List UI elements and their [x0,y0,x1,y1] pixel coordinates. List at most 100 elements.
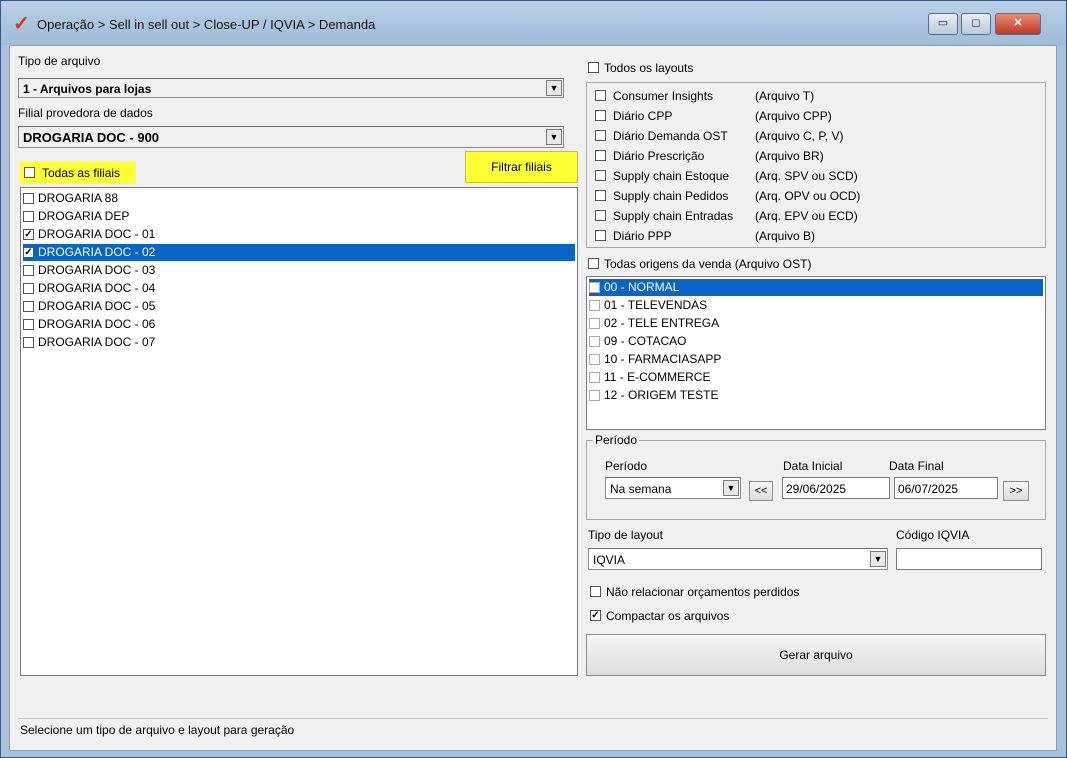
filial-list-item[interactable]: ✓ DROGARIA DOC - 01 [23,226,575,243]
filial-list-item[interactable]: DROGARIA DOC - 06 [23,316,575,333]
periodo-select[interactable]: Na semana ▼ [605,477,741,499]
layout-file: (Arquivo CPP) [755,109,832,123]
checkbox-icon[interactable]: ✓ [23,247,34,259]
data-final-input[interactable]: 06/07/2025 [894,477,998,499]
origem-list-item[interactable]: 02 - TELE ENTREGA [589,315,1043,332]
filial-value: DROGARIA DOC - 900 [23,130,160,145]
origem-list-item[interactable]: 01 - TELEVENDAS [589,297,1043,314]
checkbox-icon[interactable] [595,110,606,121]
compactar-checkbox[interactable]: ✓ Compactar os arquivos [588,608,908,624]
origem-list-item[interactable]: 10 - FARMACIASAPP [589,351,1043,368]
data-inicial-input[interactable]: 29/06/2025 [782,477,890,499]
filial-list-item[interactable]: DROGARIA DOC - 04 [23,280,575,297]
tipo-layout-select[interactable]: IQVIA ▼ [588,548,888,570]
todas-filiais-label: Todas as filiais [42,166,121,180]
checkbox-icon[interactable] [590,586,601,597]
periodo-value: Na semana [610,482,672,496]
checkbox-icon[interactable] [589,336,600,348]
checkbox-icon[interactable] [589,354,600,366]
layout-checkbox-item[interactable]: Diário Prescrição (Arquivo BR) [595,147,1035,165]
checkbox-icon[interactable] [23,193,34,205]
close-button[interactable]: ✕ [995,13,1041,35]
origem-list-item[interactable]: 12 - ORIGEM TESTE [589,387,1043,404]
todas-filiais-checkbox[interactable]: Todas as filiais [20,162,136,184]
checkbox-icon[interactable] [595,190,606,201]
layout-checkbox-item[interactable]: Diário Demanda OST (Arquivo C, P, V) [595,127,1035,145]
data-final-value: 06/07/2025 [898,482,959,496]
dropdown-arrow-icon[interactable]: ▼ [546,80,562,96]
tipo-layout-value: IQVIA [593,553,626,567]
filial-select[interactable]: DROGARIA DOC - 900 ▼ [18,126,564,148]
layout-file: (Arquivo B) [755,229,816,243]
dropdown-arrow-icon[interactable]: ▼ [870,551,886,567]
layouts-group: Consumer Insights (Arquivo T) Diário CPP (A… [586,82,1046,248]
layout-checkbox-item[interactable]: Diário PPP (Arquivo B) [595,227,1035,245]
checkbox-icon[interactable] [589,390,600,402]
layout-checkbox-item[interactable]: Supply chain Pedidos (Arq. OPV ou OCD) [595,187,1035,205]
checkbox-icon[interactable] [23,337,34,349]
todos-layouts-checkbox[interactable]: Todos os layouts [586,60,786,76]
origem-name: 01 - TELEVENDAS [604,298,708,312]
checkbox-icon[interactable] [23,265,34,277]
todas-origens-checkbox[interactable]: Todas origens da venda (Arquivo OST) [586,256,886,272]
gerar-arquivo-button[interactable]: Gerar arquivo [586,634,1046,676]
origens-list[interactable]: 00 - NORMAL 01 - TELEVENDAS 02 - TELE ENTR… [586,276,1046,430]
checkbox-icon[interactable] [595,170,606,181]
filial-list-item[interactable]: DROGARIA DOC - 05 [23,298,575,315]
checkbox-icon[interactable] [23,319,34,331]
checkbox-icon[interactable] [595,210,606,221]
layout-file: (Arquivo T) [755,89,815,103]
status-text: Selecione um tipo de arquivo e layout pa… [20,723,295,737]
dropdown-arrow-icon[interactable]: ▼ [723,480,739,496]
checkbox-icon[interactable] [23,301,34,313]
checkbox-icon[interactable] [588,62,599,73]
checkbox-icon[interactable] [589,318,600,330]
layout-checkbox-item[interactable]: Supply chain Entradas (Arq. EPV ou ECD) [595,207,1035,225]
checkbox-icon[interactable] [23,211,34,223]
next-period-button[interactable]: >> [1003,481,1029,501]
checkbox-icon[interactable] [23,283,34,295]
filial-list-item[interactable]: DROGARIA 88 [23,190,575,207]
checkbox-icon[interactable] [595,230,606,241]
layout-checkbox-item[interactable]: Consumer Insights (Arquivo T) [595,87,1035,105]
checkbox-icon[interactable]: ✓ [23,229,34,241]
tipo-arquivo-select[interactable]: 1 - Arquivos para lojas ▼ [18,78,564,98]
origem-list-item[interactable]: 11 - E-COMMERCE [589,369,1043,386]
filial-name: DROGARIA DOC - 07 [38,335,156,349]
layout-name: Supply chain Estoque [613,169,730,183]
checkbox-icon[interactable] [589,372,600,384]
layout-name: Consumer Insights [613,89,714,103]
filial-list-item[interactable]: DROGARIA DOC - 07 [23,334,575,351]
layout-checkbox-item[interactable]: Diário CPP (Arquivo CPP) [595,107,1035,125]
origem-list-item[interactable]: 00 - NORMAL [589,279,1043,296]
checkbox-icon[interactable] [595,90,606,101]
minimize-button[interactable]: ▭ [928,13,958,35]
filtrar-filiais-button[interactable]: Filtrar filiais [465,151,578,183]
status-bar: Selecione um tipo de arquivo e layout pa… [18,718,1048,747]
layout-name: Supply chain Pedidos [613,189,729,203]
filial-name: DROGARIA DEP [38,209,130,223]
layout-file: (Arq. OPV ou OCD) [755,189,861,203]
filial-list-item[interactable]: DROGARIA DOC - 03 [23,262,575,279]
checkbox-icon[interactable] [589,300,600,312]
nao-relacionar-checkbox[interactable]: Não relacionar orçamentos perdidos [588,584,908,600]
prev-period-button[interactable]: << [749,481,773,501]
tipo-layout-label: Tipo de layout [588,528,663,542]
layout-checkbox-item[interactable]: Supply chain Estoque (Arq. SPV ou SCD) [595,167,1035,185]
checkbox-icon[interactable] [24,167,35,178]
checkbox-icon[interactable] [595,130,606,141]
checkbox-icon[interactable] [588,258,599,269]
periodo-group-label: Período [593,433,640,447]
origem-list-item[interactable]: 09 - COTACAO [589,333,1043,350]
checkbox-icon[interactable] [595,150,606,161]
title-bar[interactable]: ✓ Operação > Sell in sell out > Close-UP… [1,1,1066,45]
checkbox-icon[interactable]: ✓ [590,610,601,621]
codigo-iqvia-input[interactable] [896,548,1042,570]
maximize-button[interactable]: ◻ [961,13,991,35]
filial-list-item[interactable]: ✓ DROGARIA DOC - 02 [23,244,575,261]
checkbox-icon[interactable] [589,282,600,294]
filial-list-item[interactable]: DROGARIA DEP [23,208,575,225]
filiais-list[interactable]: DROGARIA 88 DROGARIA DEP ✓ DROGARIA DOC - 0… [20,187,578,676]
nao-relacionar-label: Não relacionar orçamentos perdidos [606,585,800,599]
dropdown-arrow-icon[interactable]: ▼ [546,129,562,145]
